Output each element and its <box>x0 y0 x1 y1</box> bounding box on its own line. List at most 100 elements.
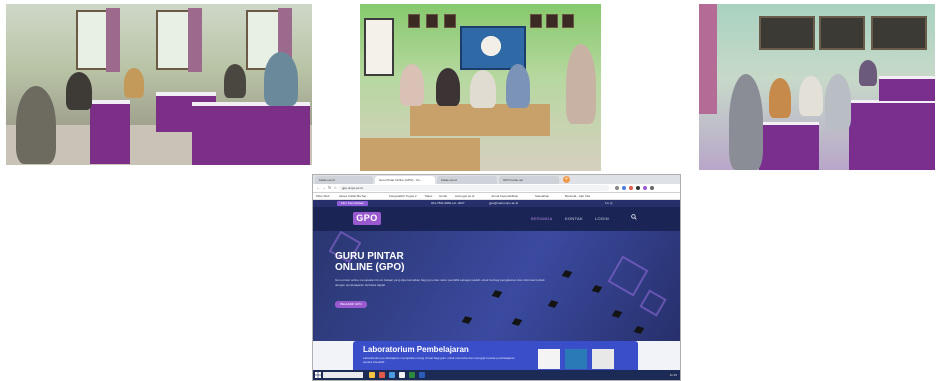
app-icon[interactable] <box>379 372 385 378</box>
site-logo[interactable]: GPO <box>353 212 381 225</box>
nav-item-login[interactable]: LOGIN <box>595 216 609 221</box>
bookmark[interactable]: Sekolahan <box>535 193 549 199</box>
profile-avatar[interactable] <box>643 186 647 190</box>
participant <box>400 64 424 106</box>
bookmark[interactable]: www.gpo.ac.id <box>455 193 474 199</box>
participant <box>16 86 56 164</box>
address-bar[interactable]: gpo.umpo.ac.id <box>339 185 609 191</box>
cabinet <box>819 16 865 50</box>
reload-icon[interactable]: ↻ <box>328 185 331 190</box>
new-tab-button[interactable]: + <box>563 176 570 183</box>
cabinet <box>871 16 927 50</box>
participant <box>66 72 92 110</box>
hero-cta-button[interactable]: PELAJARI GPO <box>335 301 367 308</box>
lab-section: Laboratorium Pembelajaran Laboratorium p… <box>313 341 680 371</box>
website-screenshot: Kelas.net.id Guru Pintar Online (GPO) - … <box>312 174 681 381</box>
curtain <box>188 8 202 72</box>
lab-title: Laboratorium Pembelajaran <box>363 345 469 354</box>
nav-item-beranda[interactable]: BERANDA <box>531 216 552 221</box>
browser-toolbar: ← → ↻ ⌂ gpo.umpo.ac.id <box>313 184 680 193</box>
bookmark[interactable]: Kangotakhir Tugas 2 <box>389 193 417 199</box>
taskbar-search[interactable] <box>323 372 363 378</box>
graduation-cap-icon <box>633 326 645 334</box>
feature-button[interactable]: Fitur Kemudahan <box>337 201 369 206</box>
browser-tab[interactable]: Kelas.net.id <box>315 176 373 184</box>
bookmarks-bar: Situs Web Akses Kuliah Ba Sej... Kangota… <box>313 193 680 200</box>
hero-description: Guru pintar online merupakan forum belaj… <box>335 278 545 287</box>
windows-start-icon[interactable] <box>315 372 321 378</box>
email-address[interactable]: gpo@mail.umpo.ac.id <box>489 200 518 207</box>
site-header: GPO BERANDA KONTAK LOGIN <box>313 207 680 231</box>
home-icon[interactable]: ⌂ <box>334 185 336 190</box>
graduation-cap-icon <box>491 290 503 298</box>
table <box>360 138 480 171</box>
nav-item-kontak[interactable]: KONTAK <box>565 216 583 221</box>
bookmark[interactable]: Akses Kuliah Ba Sej... <box>339 193 369 199</box>
graduation-cap-icon <box>511 318 523 326</box>
participant <box>859 60 877 86</box>
table <box>410 104 550 136</box>
workshop-photo-2 <box>360 4 601 171</box>
browser-tab[interactable]: GPO Kelas.net <box>499 176 559 184</box>
file-explorer-icon[interactable] <box>369 372 375 378</box>
back-icon[interactable]: ← <box>316 185 320 190</box>
social-icons[interactable]: f in ◎ <box>605 200 612 207</box>
graduation-cap-icon <box>547 300 559 308</box>
search-icon[interactable] <box>631 214 637 220</box>
tab-label: Kelas.net.id <box>441 178 457 182</box>
wall-frame <box>562 14 574 28</box>
menu-icon[interactable] <box>650 186 654 190</box>
bookmark[interactable]: Gmail <box>439 193 447 199</box>
participant <box>124 68 144 98</box>
lab-card: Laboratorium Pembelajaran Laboratorium p… <box>353 341 638 371</box>
extension-icon[interactable] <box>622 186 626 190</box>
window <box>76 10 110 70</box>
participant <box>825 74 851 130</box>
graduation-cap-icon <box>461 316 473 324</box>
chrome-icon[interactable] <box>399 372 405 378</box>
tree-decoration <box>472 30 510 62</box>
app-icon[interactable] <box>389 372 395 378</box>
phone-number: 021-7591-9964 ext. 2027 <box>431 201 465 205</box>
window <box>156 10 190 70</box>
book-cover-image <box>592 349 614 369</box>
hero-title: GURU PINTAR ONLINE (GPO) <box>335 251 405 273</box>
bookmark[interactable]: Maps <box>425 193 432 199</box>
door <box>364 18 394 76</box>
wall-frame <box>530 14 542 28</box>
hexagon-decoration <box>639 289 667 317</box>
browser-tab-active[interactable]: Guru Pintar Online (GPO) - Un... <box>375 176 435 184</box>
bookmark[interactable]: Jurnal Kependidikan <box>491 193 518 199</box>
tab-label: GPO Kelas.net <box>503 178 524 182</box>
participant <box>799 76 823 116</box>
wall-frame <box>408 14 420 28</box>
table <box>192 102 310 165</box>
workshop-photo-1 <box>6 4 312 165</box>
participant <box>506 64 530 108</box>
extension-icon[interactable] <box>615 186 619 190</box>
forward-icon[interactable]: → <box>322 185 326 190</box>
extension-icon[interactable] <box>636 186 640 190</box>
lab-description: Laboratorium pembelajaran merupakan ruan… <box>363 356 515 364</box>
word-icon[interactable] <box>419 372 425 378</box>
graduation-cap-icon <box>591 285 603 293</box>
participant <box>769 78 791 118</box>
participant <box>264 52 298 106</box>
extension-icon[interactable] <box>629 186 633 190</box>
taskbar-clock: 11:15 <box>669 373 677 377</box>
hexagon-decoration <box>607 255 649 297</box>
participant <box>729 74 763 170</box>
book-cover-image <box>538 349 560 369</box>
graduation-cap-icon <box>611 310 623 318</box>
browser-tab[interactable]: Kelas.net.id <box>437 176 497 184</box>
bookmark[interactable]: Beranda - Ajar Kita <box>565 193 590 199</box>
site-top-info-bar: Fitur Kemudahan 021-7591-9964 ext. 2027 … <box>313 200 680 207</box>
table <box>759 122 819 170</box>
tab-label: Guru Pintar Online (GPO) - Un... <box>379 178 423 182</box>
participant <box>566 44 596 124</box>
app-icon[interactable] <box>409 372 415 378</box>
bookmark[interactable]: Situs Web <box>316 193 330 199</box>
browser-tab-bar: Kelas.net.id Guru Pintar Online (GPO) - … <box>313 175 680 184</box>
wall-frame <box>546 14 558 28</box>
participant <box>436 68 460 106</box>
